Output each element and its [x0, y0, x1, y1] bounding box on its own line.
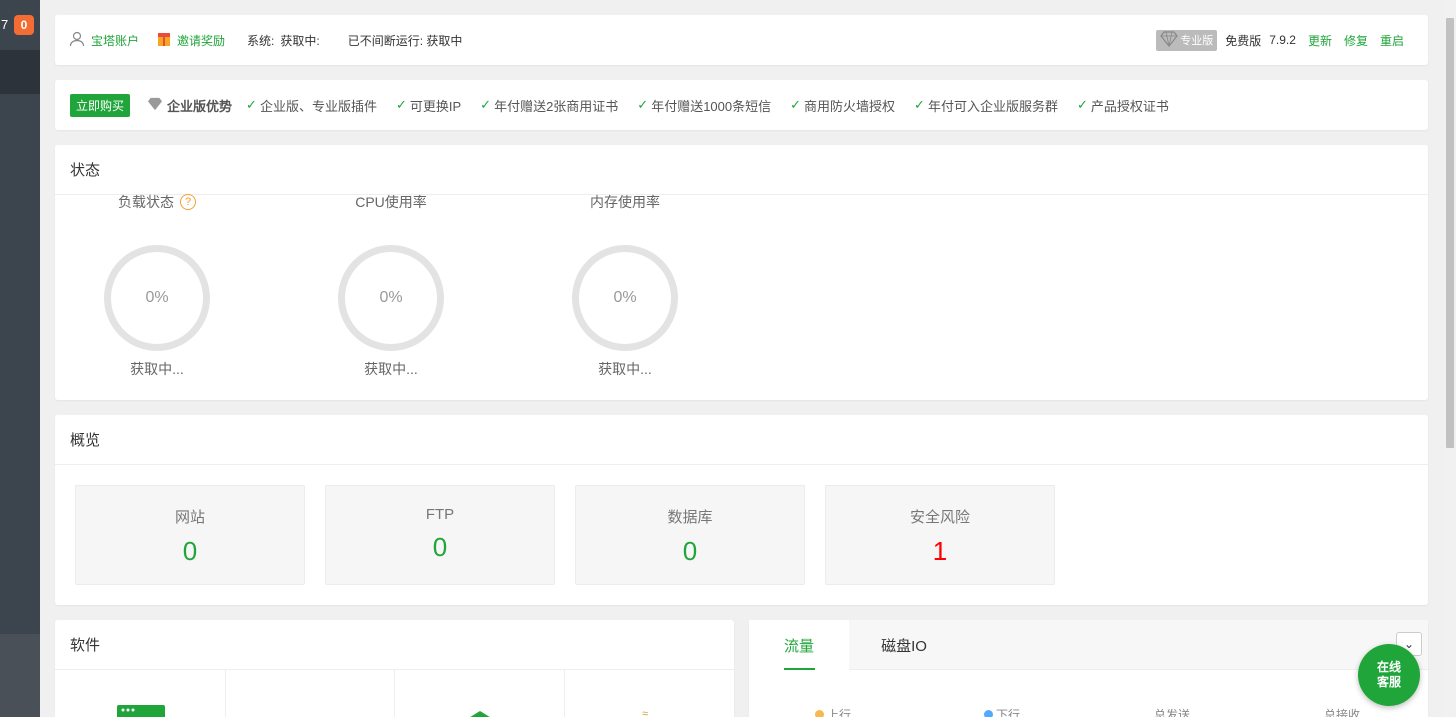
overview-title: 概览 — [70, 432, 101, 449]
user-icon — [69, 31, 85, 50]
diamond-icon — [1160, 30, 1178, 50]
gift-icon — [157, 31, 171, 50]
website-card[interactable]: 网站 0 — [75, 485, 305, 585]
load-gauge[interactable]: 负载状态 ? 0% 获取中... — [82, 194, 232, 379]
gauge-ring: 0% — [104, 245, 210, 351]
sidebar-count: 7 — [1, 17, 9, 32]
download-dot-icon — [984, 710, 993, 717]
online-support-button[interactable]: 在线 客服 — [1358, 644, 1420, 706]
gauge-status: 获取中... — [364, 361, 418, 377]
buy-now-button[interactable]: 立即购买 — [70, 93, 131, 117]
software-panel: 软件 ≈ — [55, 620, 734, 717]
status-panel: 状态 负载状态 ? 0% 获取中... CPU使用率 0% 获取中... 内存使… — [55, 145, 1428, 400]
card-label: 网站 — [174, 509, 205, 526]
uptime-text: 已不间断运行: 获取中 — [347, 33, 463, 48]
feature-item: ✓ 年付赠送2张商用证书 — [480, 97, 619, 114]
status-title: 状态 — [70, 162, 101, 179]
database-card[interactable]: 数据库 0 — [575, 485, 805, 585]
system-label: 系统: — [247, 33, 275, 48]
security-risk-card[interactable]: 安全风险 1 — [825, 485, 1055, 585]
divider — [55, 194, 1428, 195]
traffic-panel: 流量 磁盘IO ⌄ 上行 下行 总发送 总接收 — [749, 620, 1428, 717]
tab-traffic[interactable]: 流量 — [749, 620, 849, 670]
sidebar-header: 7 0 — [0, 0, 40, 50]
card-label: 安全风险 — [909, 509, 970, 526]
card-label: 数据库 — [667, 509, 713, 526]
software-title: 软件 — [70, 637, 101, 654]
check-icon: ✓ — [1076, 97, 1088, 112]
diamond-icon — [147, 97, 163, 114]
software-item[interactable] — [395, 670, 565, 717]
tab-disk-io[interactable]: 磁盘IO — [849, 620, 959, 670]
card-value: 1 — [932, 536, 948, 566]
software-item[interactable] — [55, 670, 226, 717]
shield-icon — [467, 710, 493, 717]
memory-gauge[interactable]: 内存使用率 0% 获取中... — [550, 194, 700, 379]
check-icon: ✓ — [395, 97, 407, 112]
sidebar-footer[interactable] — [0, 634, 40, 717]
card-value: 0 — [682, 536, 698, 566]
check-icon: ✓ — [914, 97, 925, 112]
feature-item: ✓ 年付可入企业版服务群 — [914, 97, 1058, 114]
server-icon — [117, 705, 165, 717]
edition-text: 免费版 — [1225, 33, 1262, 48]
scrollbar-thumb[interactable] — [1446, 18, 1454, 448]
software-item[interactable] — [226, 670, 395, 717]
pro-badge[interactable]: 专业版 — [1156, 29, 1218, 51]
invite-link[interactable]: 邀请奖励 — [177, 32, 225, 49]
plugin-icon: ≈ — [642, 708, 649, 717]
feature-item: ✓ 产品授权证书 — [1076, 97, 1169, 114]
software-item[interactable]: ≈ — [565, 670, 734, 717]
feature-item: ✓ 可更换IP — [395, 97, 462, 114]
enterprise-advantages-title: 企业版优势 — [147, 96, 232, 115]
update-link[interactable]: 更新 — [1308, 32, 1332, 49]
help-icon[interactable]: ? — [180, 194, 196, 210]
pro-label: 专业版 — [1180, 35, 1214, 47]
top-bar: 宝塔账户 邀请奖励 系统: 获取中: 已不间断运行: 获取中 专业版 免费版 7… — [55, 15, 1428, 65]
legend-total-sent: 总发送 — [1154, 708, 1191, 717]
notification-badge[interactable]: 0 — [14, 15, 34, 35]
divider — [55, 464, 1428, 465]
gauge-label: 内存使用率 — [590, 194, 660, 210]
card-value: 0 — [182, 536, 198, 566]
card-label: FTP — [425, 506, 455, 523]
legend-upload: 上行 — [815, 706, 851, 717]
feature-item: ✓ 企业版、专业版插件 — [246, 97, 377, 114]
card-value: 0 — [432, 532, 448, 562]
feature-item: ✓ 年付赠送1000条短信 — [637, 97, 772, 114]
overview-panel: 概览 网站 0 FTP 0 数据库 0 安全风险 1 — [55, 415, 1428, 605]
active-tab-indicator — [784, 668, 815, 670]
ftp-card[interactable]: FTP 0 — [325, 485, 555, 585]
legend-total-received: 总接收 — [1324, 708, 1361, 717]
upload-dot-icon — [815, 710, 824, 717]
check-icon: ✓ — [637, 97, 649, 112]
version-text: 7.9.2 — [1269, 33, 1296, 47]
gauge-label: CPU使用率 — [355, 194, 427, 210]
page-scrollbar[interactable] — [1444, 0, 1456, 717]
sidebar: 7 0 — [0, 0, 40, 717]
cpu-gauge[interactable]: CPU使用率 0% 获取中... — [316, 194, 466, 379]
gauge-status: 获取中... — [130, 361, 184, 377]
check-icon: ✓ — [480, 97, 492, 112]
enterprise-promo-bar: 立即购买 企业版优势 ✓ 企业版、专业版插件 ✓ 可更换IP ✓ 年付赠送2张商用证书… — [55, 80, 1428, 130]
sidebar-item-active[interactable] — [0, 50, 40, 94]
account-link[interactable]: 宝塔账户 — [91, 32, 139, 49]
gauge-ring: 0% — [338, 245, 444, 351]
gauge-status: 获取中... — [598, 361, 652, 377]
system-value: 获取中: — [280, 33, 320, 48]
feature-item: ✓ 商用防火墙授权 — [790, 97, 896, 114]
repair-link[interactable]: 修复 — [1344, 32, 1368, 49]
gauge-ring: 0% — [572, 245, 678, 351]
check-icon: ✓ — [790, 97, 802, 112]
legend-download: 下行 — [984, 706, 1020, 717]
check-icon: ✓ — [246, 97, 257, 112]
gauge-label: 负载状态 ? — [82, 192, 232, 212]
restart-link[interactable]: 重启 — [1380, 32, 1404, 49]
